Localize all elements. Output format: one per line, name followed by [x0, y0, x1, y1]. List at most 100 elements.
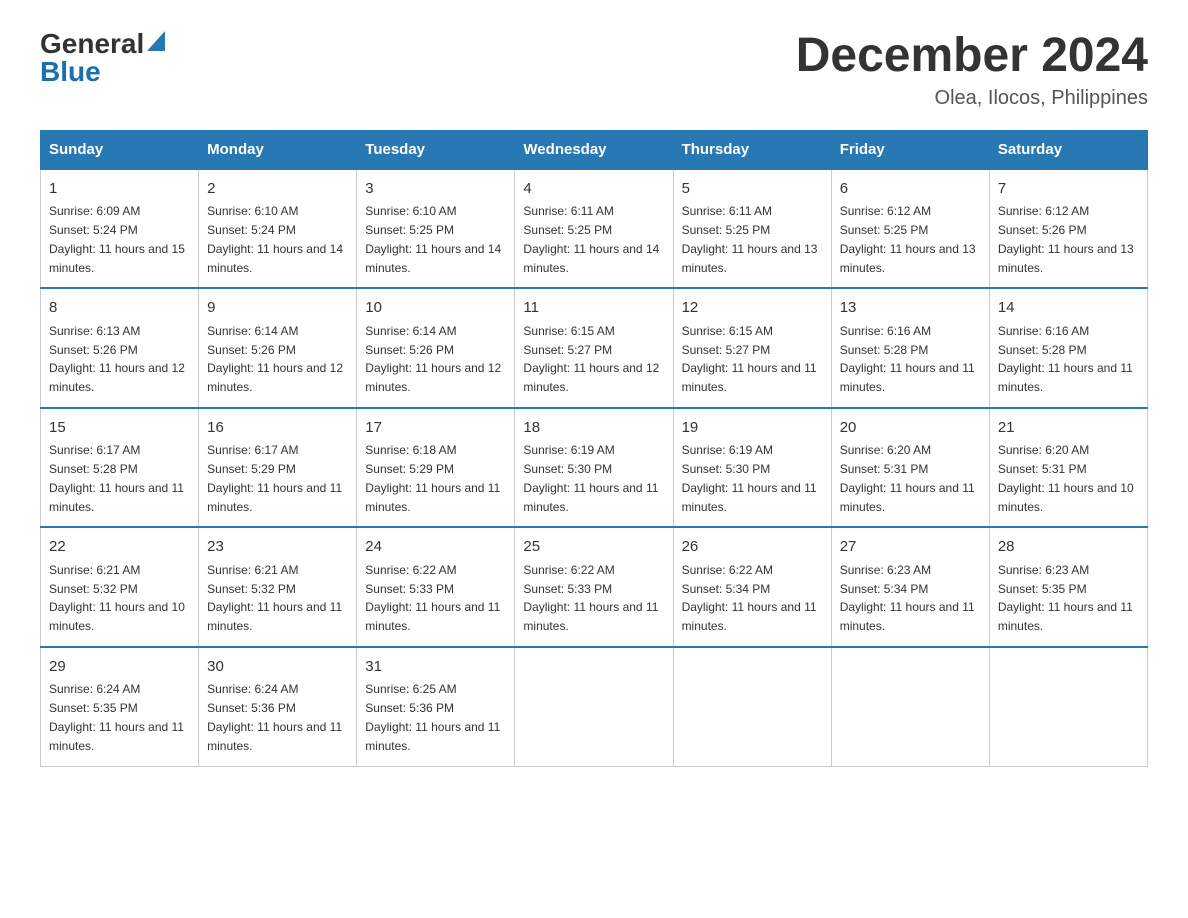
day-number: 19 — [682, 417, 823, 440]
header-monday: Monday — [199, 130, 357, 169]
day-info: Sunrise: 6:11 AMSunset: 5:25 PMDaylight:… — [523, 204, 659, 274]
day-info: Sunrise: 6:24 AMSunset: 5:35 PMDaylight:… — [49, 682, 184, 752]
calendar-week-row: 1Sunrise: 6:09 AMSunset: 5:24 PMDaylight… — [41, 169, 1148, 289]
calendar-cell: 22 Sunrise: 6:21 AMSunset: 5:32 PMDayligh… — [41, 527, 199, 647]
calendar-cell: 26Sunrise: 6:22 AMSunset: 5:34 PMDayligh… — [673, 527, 831, 647]
day-number: 26 — [682, 536, 823, 559]
day-info: Sunrise: 6:12 AMSunset: 5:26 PMDaylight:… — [998, 204, 1134, 274]
day-number: 20 — [840, 417, 981, 440]
calendar-cell: 11 Sunrise: 6:15 AMSunset: 5:27 PMDayligh… — [515, 288, 673, 408]
calendar-body: 1Sunrise: 6:09 AMSunset: 5:24 PMDaylight… — [41, 169, 1148, 767]
day-number: 10 — [365, 297, 506, 320]
day-info: Sunrise: 6:18 AMSunset: 5:29 PMDaylight:… — [365, 443, 500, 513]
header-wednesday: Wednesday — [515, 130, 673, 169]
header-thursday: Thursday — [673, 130, 831, 169]
day-info: Sunrise: 6:10 AMSunset: 5:24 PMDaylight:… — [207, 204, 343, 274]
day-number: 12 — [682, 297, 823, 320]
calendar-cell: 8 Sunrise: 6:13 AMSunset: 5:26 PMDaylight… — [41, 288, 199, 408]
month-title: December 2024 — [796, 30, 1148, 83]
logo: General Blue — [40, 30, 165, 86]
day-info: Sunrise: 6:16 AMSunset: 5:28 PMDaylight:… — [998, 324, 1133, 394]
calendar-cell: 2 Sunrise: 6:10 AMSunset: 5:24 PMDaylight… — [199, 169, 357, 289]
calendar-cell: 28Sunrise: 6:23 AMSunset: 5:35 PMDayligh… — [989, 527, 1147, 647]
day-number: 3 — [365, 178, 506, 201]
day-info: Sunrise: 6:20 AMSunset: 5:31 PMDaylight:… — [998, 443, 1134, 513]
calendar-cell: 1Sunrise: 6:09 AMSunset: 5:24 PMDaylight… — [41, 169, 199, 289]
day-info: Sunrise: 6:23 AMSunset: 5:34 PMDaylight:… — [840, 563, 975, 633]
calendar-cell — [831, 647, 989, 767]
day-info: Sunrise: 6:15 AMSunset: 5:27 PMDaylight:… — [523, 324, 659, 394]
day-info: Sunrise: 6:22 AMSunset: 5:33 PMDaylight:… — [523, 563, 658, 633]
calendar-cell — [515, 647, 673, 767]
calendar-header: Sunday Monday Tuesday Wednesday Thursday… — [41, 130, 1148, 169]
day-info: Sunrise: 6:25 AMSunset: 5:36 PMDaylight:… — [365, 682, 500, 752]
calendar-cell: 3 Sunrise: 6:10 AMSunset: 5:25 PMDaylight… — [357, 169, 515, 289]
calendar-cell: 15 Sunrise: 6:17 AMSunset: 5:28 PMDayligh… — [41, 408, 199, 528]
calendar-cell: 12 Sunrise: 6:15 AMSunset: 5:27 PMDayligh… — [673, 288, 831, 408]
day-info: Sunrise: 6:13 AMSunset: 5:26 PMDaylight:… — [49, 324, 185, 394]
calendar-cell: 21Sunrise: 6:20 AMSunset: 5:31 PMDayligh… — [989, 408, 1147, 528]
location-title: Olea, Ilocos, Philippines — [796, 87, 1148, 110]
calendar-cell — [673, 647, 831, 767]
calendar-cell: 13 Sunrise: 6:16 AMSunset: 5:28 PMDayligh… — [831, 288, 989, 408]
calendar-cell: 9 Sunrise: 6:14 AMSunset: 5:26 PMDaylight… — [199, 288, 357, 408]
day-info: Sunrise: 6:17 AMSunset: 5:29 PMDaylight:… — [207, 443, 342, 513]
day-number: 14 — [998, 297, 1139, 320]
day-number: 11 — [523, 297, 664, 320]
day-info: Sunrise: 6:23 AMSunset: 5:35 PMDaylight:… — [998, 563, 1133, 633]
day-number: 2 — [207, 178, 348, 201]
day-info: Sunrise: 6:22 AMSunset: 5:33 PMDaylight:… — [365, 563, 500, 633]
header-tuesday: Tuesday — [357, 130, 515, 169]
day-number: 5 — [682, 178, 823, 201]
calendar-cell: 4Sunrise: 6:11 AMSunset: 5:25 PMDaylight… — [515, 169, 673, 289]
day-info: Sunrise: 6:21 AMSunset: 5:32 PMDaylight:… — [207, 563, 342, 633]
day-info: Sunrise: 6:12 AMSunset: 5:25 PMDaylight:… — [840, 204, 976, 274]
calendar-week-row: 22 Sunrise: 6:21 AMSunset: 5:32 PMDayligh… — [41, 527, 1148, 647]
calendar-cell: 6Sunrise: 6:12 AMSunset: 5:25 PMDaylight… — [831, 169, 989, 289]
calendar-cell: 27 Sunrise: 6:23 AMSunset: 5:34 PMDayligh… — [831, 527, 989, 647]
header-sunday: Sunday — [41, 130, 199, 169]
calendar-cell: 17 Sunrise: 6:18 AMSunset: 5:29 PMDayligh… — [357, 408, 515, 528]
day-info: Sunrise: 6:19 AMSunset: 5:30 PMDaylight:… — [682, 443, 817, 513]
calendar-cell: 24Sunrise: 6:22 AMSunset: 5:33 PMDayligh… — [357, 527, 515, 647]
page-header: General Blue December 2024 Olea, Ilocos,… — [40, 30, 1148, 110]
day-info: Sunrise: 6:14 AMSunset: 5:26 PMDaylight:… — [365, 324, 501, 394]
calendar-cell: 18Sunrise: 6:19 AMSunset: 5:30 PMDayligh… — [515, 408, 673, 528]
day-info: Sunrise: 6:11 AMSunset: 5:25 PMDaylight:… — [682, 204, 818, 274]
day-number: 22 — [49, 536, 190, 559]
calendar-cell: 5 Sunrise: 6:11 AMSunset: 5:25 PMDaylight… — [673, 169, 831, 289]
day-number: 9 — [207, 297, 348, 320]
day-number: 27 — [840, 536, 981, 559]
day-number: 13 — [840, 297, 981, 320]
day-number: 30 — [207, 656, 348, 679]
calendar-cell: 14 Sunrise: 6:16 AMSunset: 5:28 PMDayligh… — [989, 288, 1147, 408]
day-info: Sunrise: 6:17 AMSunset: 5:28 PMDaylight:… — [49, 443, 184, 513]
calendar-cell: 29 Sunrise: 6:24 AMSunset: 5:35 PMDayligh… — [41, 647, 199, 767]
day-info: Sunrise: 6:09 AMSunset: 5:24 PMDaylight:… — [49, 204, 185, 274]
logo-text-general: General — [40, 30, 144, 58]
header-row: Sunday Monday Tuesday Wednesday Thursday… — [41, 130, 1148, 169]
day-info: Sunrise: 6:14 AMSunset: 5:26 PMDaylight:… — [207, 324, 343, 394]
day-info: Sunrise: 6:15 AMSunset: 5:27 PMDaylight:… — [682, 324, 817, 394]
day-info: Sunrise: 6:10 AMSunset: 5:25 PMDaylight:… — [365, 204, 501, 274]
day-number: 29 — [49, 656, 190, 679]
day-number: 7 — [998, 178, 1139, 201]
day-number: 23 — [207, 536, 348, 559]
calendar-week-row: 29 Sunrise: 6:24 AMSunset: 5:35 PMDayligh… — [41, 647, 1148, 767]
logo-triangle-icon — [147, 31, 165, 51]
calendar-cell: 20Sunrise: 6:20 AMSunset: 5:31 PMDayligh… — [831, 408, 989, 528]
day-number: 17 — [365, 417, 506, 440]
day-number: 16 — [207, 417, 348, 440]
day-info: Sunrise: 6:21 AMSunset: 5:32 PMDaylight:… — [49, 563, 185, 633]
calendar-week-row: 8 Sunrise: 6:13 AMSunset: 5:26 PMDaylight… — [41, 288, 1148, 408]
calendar-cell: 7 Sunrise: 6:12 AMSunset: 5:26 PMDaylight… — [989, 169, 1147, 289]
day-number: 15 — [49, 417, 190, 440]
calendar-week-row: 15 Sunrise: 6:17 AMSunset: 5:28 PMDayligh… — [41, 408, 1148, 528]
calendar-cell: 19 Sunrise: 6:19 AMSunset: 5:30 PMDayligh… — [673, 408, 831, 528]
day-info: Sunrise: 6:16 AMSunset: 5:28 PMDaylight:… — [840, 324, 975, 394]
calendar-cell: 23 Sunrise: 6:21 AMSunset: 5:32 PMDayligh… — [199, 527, 357, 647]
calendar-table: Sunday Monday Tuesday Wednesday Thursday… — [40, 130, 1148, 768]
day-number: 31 — [365, 656, 506, 679]
calendar-cell: 31 Sunrise: 6:25 AMSunset: 5:36 PMDayligh… — [357, 647, 515, 767]
day-number: 8 — [49, 297, 190, 320]
